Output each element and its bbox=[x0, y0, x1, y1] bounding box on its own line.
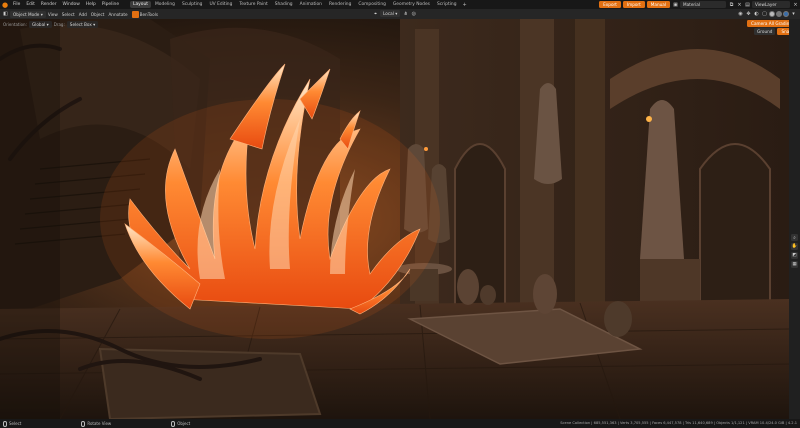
tab-shading[interactable]: Shading bbox=[272, 1, 296, 8]
viewport-header: ◧ Object Mode ▾ View Select Add Object A… bbox=[0, 9, 800, 19]
camera-view-icon[interactable]: ◩ bbox=[791, 252, 798, 259]
menu-edit[interactable]: Edit bbox=[23, 0, 38, 9]
bentools-menu[interactable]: BenTools bbox=[140, 12, 158, 17]
mode-select[interactable]: Object Mode ▾ bbox=[10, 10, 46, 18]
header-center: ⌖ Local ▾ ⋔ ◎ bbox=[372, 10, 418, 17]
copy-icon[interactable]: ⧉ bbox=[728, 1, 735, 8]
add-workspace-button[interactable]: + bbox=[460, 2, 468, 8]
proportional-edit-icon[interactable]: ◎ bbox=[410, 10, 417, 17]
tab-texture-paint[interactable]: Texture Paint bbox=[236, 1, 270, 8]
orientation-value: Global bbox=[31, 22, 46, 27]
pan-icon[interactable]: ✋ bbox=[791, 243, 798, 250]
shading-solid-icon[interactable] bbox=[769, 10, 775, 17]
status-object: Object bbox=[171, 420, 191, 427]
menu-add[interactable]: Add bbox=[79, 12, 87, 17]
mode-label: Object Mode bbox=[13, 11, 40, 17]
overlay-icon[interactable]: ◐ bbox=[753, 10, 760, 17]
ground-label: Ground bbox=[757, 29, 773, 34]
tab-compositing[interactable]: Compositing bbox=[355, 1, 389, 8]
tab-geometry-nodes[interactable]: Geometry Nodes bbox=[390, 1, 433, 8]
status-rotate-label: Rotate View bbox=[87, 421, 112, 426]
xray-icon[interactable]: ▢ bbox=[761, 10, 768, 17]
bentools-icon[interactable] bbox=[131, 10, 139, 18]
visibility-icon[interactable]: ◉ bbox=[737, 10, 744, 17]
drag-value: Select Box bbox=[69, 22, 92, 27]
viewport-render bbox=[0, 19, 789, 419]
shading-options-icon[interactable]: ▾ bbox=[790, 10, 797, 17]
menu-select[interactable]: Select bbox=[62, 12, 75, 17]
mouse-left-icon bbox=[3, 420, 7, 427]
view-layer-close-icon[interactable]: × bbox=[792, 1, 799, 8]
gizmo-icon[interactable]: ✥ bbox=[745, 10, 752, 17]
snap-icon[interactable]: ⋔ bbox=[402, 10, 409, 17]
status-bar: Select Rotate View Object Scene Collecti… bbox=[0, 419, 800, 428]
tab-animation[interactable]: Animation bbox=[297, 1, 325, 8]
export-button[interactable]: Export bbox=[599, 1, 621, 8]
menu-pipeline[interactable]: Pipeline bbox=[99, 0, 122, 9]
tab-modeling[interactable]: Modeling bbox=[152, 1, 178, 8]
import-button[interactable]: Import bbox=[622, 1, 645, 8]
tab-layout[interactable]: Layout bbox=[130, 1, 151, 8]
zoom-icon[interactable]: ⌕ bbox=[791, 234, 798, 241]
scene-name-field[interactable]: Material bbox=[680, 1, 726, 8]
transform-pivot-icon[interactable]: ⌖ bbox=[372, 10, 379, 17]
top-bar: ● File Edit Render Window Help Pipeline … bbox=[0, 0, 800, 9]
top-right-controls: Export Import Manual ▣ Material ⧉ × ▤ Vi… bbox=[599, 0, 800, 9]
menu-window[interactable]: Window bbox=[60, 0, 83, 9]
view-layer-field[interactable]: ViewLayer bbox=[752, 1, 790, 8]
tab-scripting[interactable]: Scripting bbox=[434, 1, 460, 8]
shading-material-icon[interactable] bbox=[776, 10, 782, 17]
shading-rendered-icon[interactable] bbox=[783, 10, 789, 17]
tab-rendering[interactable]: Rendering bbox=[326, 1, 354, 8]
view-layer-icon[interactable]: ▤ bbox=[744, 1, 751, 8]
status-rotate: Rotate View bbox=[81, 420, 112, 427]
drag-select[interactable]: Select Box ▾ bbox=[66, 21, 99, 28]
viewport-tool-settings: Orientation: Global ▾ Drag: Select Box ▾ bbox=[3, 21, 100, 28]
manual-button[interactable]: Manual bbox=[646, 1, 670, 8]
menu-render[interactable]: Render bbox=[38, 0, 60, 9]
blender-logo-icon[interactable]: ● bbox=[0, 0, 10, 9]
status-object-label: Object bbox=[177, 421, 191, 426]
ground-field[interactable]: Ground bbox=[754, 28, 776, 35]
orientation-label: Orientation: bbox=[3, 22, 27, 27]
tab-sculpting[interactable]: Sculpting bbox=[179, 1, 206, 8]
menu-object[interactable]: Object bbox=[91, 12, 105, 17]
tab-uv-editing[interactable]: UV Editing bbox=[206, 1, 235, 8]
mouse-middle-icon bbox=[81, 420, 86, 427]
scene-icon[interactable]: ▣ bbox=[672, 1, 679, 8]
status-select-label: Select bbox=[9, 421, 22, 426]
3d-viewport[interactable]: Orientation: Global ▾ Drag: Select Box ▾… bbox=[0, 19, 789, 419]
orientation-select[interactable]: Global ▾ bbox=[28, 21, 52, 28]
transform-space-select[interactable]: Local ▾ bbox=[380, 10, 401, 17]
status-select: Select bbox=[3, 420, 22, 427]
drag-label: Drag: bbox=[53, 22, 65, 27]
header-right: ◉ ✥ ◐ ▢ ▾ bbox=[737, 10, 798, 17]
menu-view[interactable]: View bbox=[48, 12, 58, 17]
editor-type-icon[interactable]: ◧ bbox=[2, 11, 9, 18]
menu-help[interactable]: Help bbox=[83, 0, 99, 9]
workspace-tabs: Layout Modeling Sculpting UV Editing Tex… bbox=[130, 0, 469, 9]
menu-file[interactable]: File bbox=[10, 0, 23, 9]
menu-annotate[interactable]: Annotate bbox=[108, 12, 127, 17]
perspective-toggle-icon[interactable]: ▦ bbox=[791, 261, 798, 268]
transform-space-label: Local bbox=[383, 11, 394, 16]
navigation-gizmo-strip: ⌕ ✋ ◩ ▦ bbox=[789, 19, 800, 419]
close-icon[interactable]: × bbox=[736, 1, 743, 8]
mouse-right-icon bbox=[171, 420, 176, 427]
scene-statistics: Scene Collection | 685,551,363 | Verts 3… bbox=[560, 421, 797, 425]
